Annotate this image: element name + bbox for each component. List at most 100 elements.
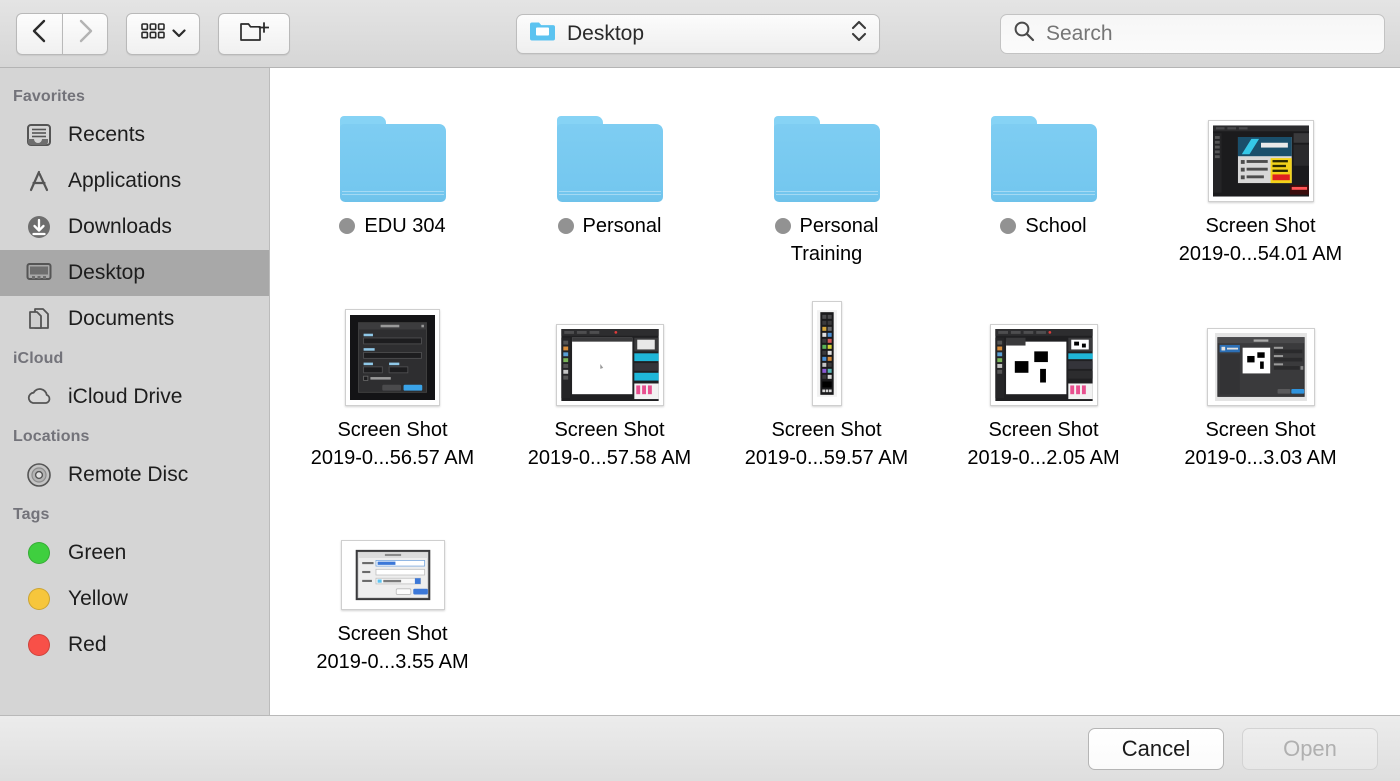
file-label-line: Personal: [557, 212, 662, 240]
sidebar-item-label: Remote Disc: [68, 463, 189, 486]
applications-icon: [24, 168, 54, 194]
file-name-text: 2019-0...56.57 AM: [310, 447, 475, 469]
item-label: Screen Shot 2019-0...56.57 AM: [293, 416, 493, 472]
sidebar-item-red[interactable]: Red: [0, 622, 269, 668]
sidebar-item-label: Recents: [68, 123, 146, 146]
image-thumbnail: [345, 309, 440, 406]
item-icon-area: [811, 294, 842, 406]
tag-dot-icon: [24, 588, 54, 610]
file-name-text: 2019-0...2.05 AM: [967, 447, 1120, 469]
sidebar-item-documents[interactable]: Documents: [0, 296, 269, 342]
item-label: Screen Shot 2019-0...3.55 AM: [293, 620, 493, 676]
tag-dot-icon: [557, 218, 574, 234]
sidebar-item-applications[interactable]: Applications: [0, 158, 269, 204]
item-label: Screen Shot 2019-0...57.58 AM: [510, 416, 710, 472]
back-button[interactable]: [16, 12, 62, 55]
sidebar-item-label: Yellow: [68, 587, 128, 610]
cancel-button[interactable]: Cancel: [1088, 727, 1224, 770]
item-icon-area: [990, 90, 1097, 202]
file-name-text: Personal: [799, 215, 879, 237]
file-label-line: Screen Shot: [1205, 416, 1315, 444]
search-input[interactable]: [1046, 21, 1366, 46]
file-name-text: Screen Shot: [771, 419, 882, 441]
item-icon-area: [555, 294, 664, 406]
file-name-text: Personal: [582, 215, 662, 237]
item-label: School: [944, 212, 1144, 240]
file-item[interactable]: Screen Shot 2019-0...2.05 AM: [935, 290, 1152, 494]
updown-chevron-icon: [851, 18, 867, 49]
file-name-text: Screen Shot: [554, 419, 665, 441]
sidebar-item-downloads[interactable]: Downloads: [0, 204, 269, 250]
documents-icon: [24, 306, 54, 332]
folder-item[interactable]: Personal Training: [718, 86, 935, 290]
folder-icon: [556, 116, 663, 202]
folder-icon: [990, 116, 1097, 202]
save-as-sheet-preview: [346, 545, 440, 605]
item-label: Screen Shot 2019-0...3.03 AM: [1161, 416, 1361, 472]
item-icon-area: [556, 90, 663, 202]
file-item[interactable]: Screen Shot 2019-0...56.57 AM: [284, 290, 501, 494]
file-label-line: Screen Shot: [1205, 212, 1315, 240]
sidebar-item-recents[interactable]: Recents: [0, 112, 269, 158]
file-label-line: Screen Shot: [771, 416, 881, 444]
file-item[interactable]: Screen Shot 2019-0...54.01 AM: [1152, 86, 1369, 290]
tag-dot-icon: [24, 634, 54, 656]
file-name-text: 2019-0...57.58 AM: [527, 447, 692, 469]
dialog-body: Favorites Recents Applications Downloads Des…: [0, 68, 1400, 715]
navigation-button-group: [16, 12, 108, 55]
dark-new-image-dialog-preview: [350, 314, 435, 401]
file-name-text: 2019-0...59.57 AM: [744, 447, 909, 469]
folder-item[interactable]: School: [935, 86, 1152, 290]
sidebar-item-label: iCloud Drive: [68, 385, 183, 408]
sidebar-item-desktop[interactable]: Desktop: [0, 250, 269, 296]
item-icon-area: [340, 498, 445, 610]
file-item[interactable]: Screen Shot 2019-0...57.58 AM: [501, 290, 718, 494]
sidebar: Favorites Recents Applications Downloads Des…: [0, 68, 270, 715]
item-icon-area: [339, 90, 446, 202]
sidebar-item-yellow[interactable]: Yellow: [0, 576, 269, 622]
sidebar-section-header: Tags: [13, 506, 50, 523]
file-label-line: Personal: [774, 212, 879, 240]
sidebar-item-label: Documents: [68, 307, 175, 330]
image-thumbnail: [1207, 120, 1314, 202]
desktop-icon: [24, 260, 54, 286]
image-thumbnail: [1206, 328, 1315, 406]
folder-icon: [773, 116, 880, 202]
view-options-button[interactable]: [126, 12, 200, 55]
item-icon-area: [773, 90, 880, 202]
tag-dot-icon: [339, 218, 356, 234]
file-name-text: Training: [790, 243, 863, 265]
file-picker-dialog: Desktop Favorites Recents Applications Down…: [0, 0, 1400, 781]
file-item[interactable]: Screen Shot 2019-0...3.55 AM: [284, 494, 501, 698]
sidebar-item-icloud-drive[interactable]: iCloud Drive: [0, 374, 269, 420]
file-item[interactable]: Screen Shot 2019-0...59.57 AM: [718, 290, 935, 494]
vertical-toolbar-preview: [816, 306, 837, 401]
open-button: Open: [1242, 727, 1378, 770]
file-name-text: 2019-0...3.03 AM: [1184, 447, 1337, 469]
file-label-line: 2019-0...54.01 AM: [1179, 240, 1342, 268]
folder-item[interactable]: Personal: [501, 86, 718, 290]
blue-folder-icon: [529, 20, 556, 47]
file-browser-content[interactable]: EDU 304 Personal Personal Training School Scr…: [270, 68, 1400, 715]
recents-tray-icon: [24, 122, 54, 148]
forward-button[interactable]: [62, 12, 108, 55]
sidebar-item-green[interactable]: Green: [0, 530, 269, 576]
sidebar-item-label: Downloads: [68, 215, 172, 238]
file-label-line: Screen Shot: [554, 416, 664, 444]
item-label: Screen Shot 2019-0...2.05 AM: [944, 416, 1144, 472]
editor-black-shapes-preview: [994, 329, 1093, 401]
tag-dot-icon: [1000, 218, 1017, 234]
search-field[interactable]: [1000, 13, 1385, 54]
file-label-line: 2019-0...3.03 AM: [1184, 444, 1336, 472]
file-item[interactable]: Screen Shot 2019-0...3.03 AM: [1152, 290, 1369, 494]
new-folder-icon: [239, 19, 270, 49]
folder-item[interactable]: EDU 304: [284, 86, 501, 290]
image-thumbnail: [811, 301, 842, 406]
editor-blank-canvas-preview: [560, 329, 659, 401]
export-dialog-preview: [1212, 333, 1310, 401]
file-label-line: 2019-0...3.55 AM: [316, 648, 468, 676]
sidebar-item-remote-disc[interactable]: Remote Disc: [0, 452, 269, 498]
item-label: Screen Shot 2019-0...59.57 AM: [727, 416, 927, 472]
path-popup-button[interactable]: Desktop: [516, 13, 880, 54]
new-folder-button[interactable]: [218, 12, 290, 55]
